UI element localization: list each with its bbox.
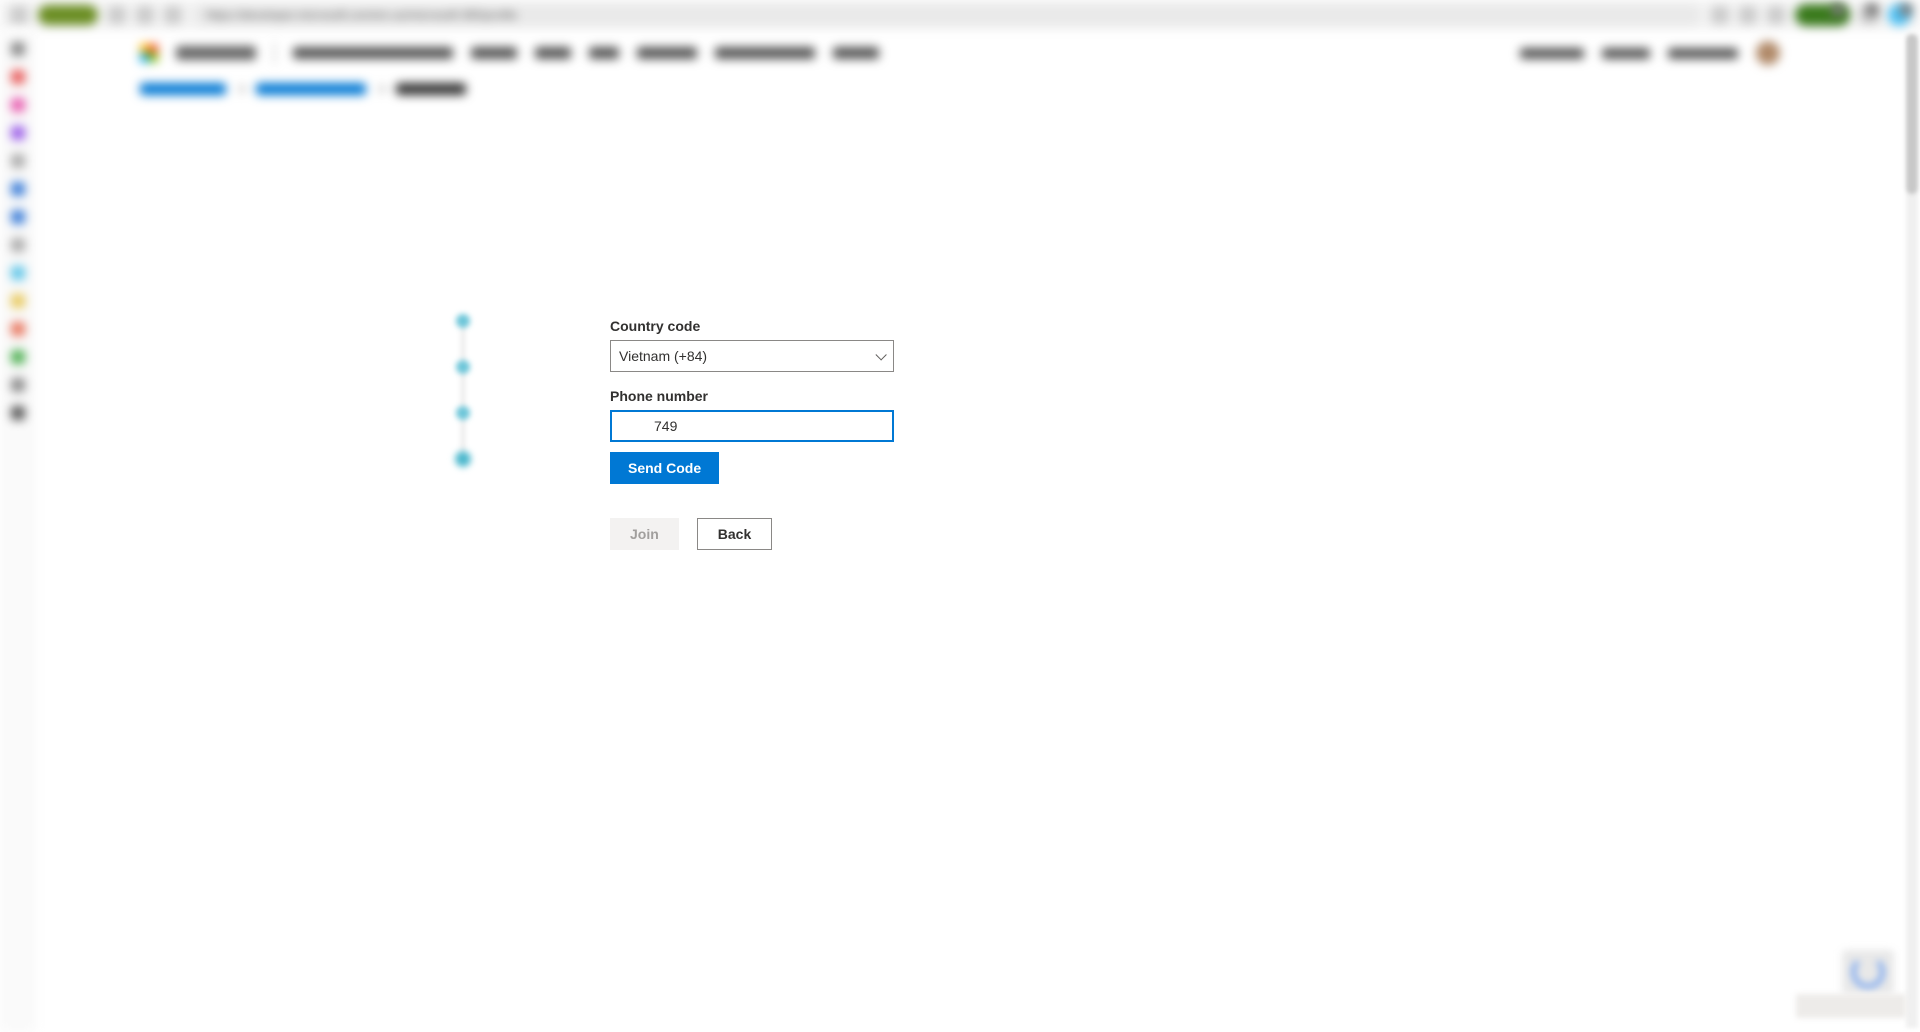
browser-sidebar (0, 30, 36, 1032)
minimize-icon[interactable] (1832, 4, 1844, 16)
step-connector (462, 420, 464, 452)
country-code-label: Country code (610, 318, 894, 334)
sidebar-item[interactable] (11, 70, 25, 84)
nav-community[interactable] (637, 47, 697, 59)
browser-chrome: https://developer.microsoft.com/en-us/mi… (0, 0, 1920, 30)
chevron-right-icon (237, 85, 245, 93)
sidebar-item[interactable] (11, 238, 25, 252)
nav-back-icon[interactable] (136, 6, 154, 24)
country-code-value: Vietnam (+84) (619, 348, 707, 364)
nav-learn[interactable] (535, 47, 571, 59)
back-button[interactable]: Back (697, 518, 772, 550)
sidebar-item[interactable] (11, 294, 25, 308)
chevron-right-icon (377, 85, 385, 93)
progress-stepper (456, 314, 470, 466)
sidebar-item[interactable] (11, 98, 25, 112)
chevron-down-icon (875, 349, 886, 360)
sidebar-item[interactable] (11, 210, 25, 224)
header-divider (274, 42, 275, 64)
step-connector (462, 328, 464, 360)
country-code-select[interactable]: Vietnam (+84) (610, 340, 894, 372)
send-code-button[interactable]: Send Code (610, 452, 719, 484)
extension-icon[interactable] (1711, 6, 1729, 24)
collections-icon[interactable] (1767, 6, 1785, 24)
step-dot (456, 360, 470, 374)
favorites-icon[interactable] (1739, 6, 1757, 24)
brand-text (176, 46, 256, 60)
address-bar[interactable]: https://developer.microsoft.com/en-us/mi… (192, 4, 1701, 26)
microsoft-logo-icon[interactable] (140, 44, 158, 62)
sidebar-add-icon[interactable] (11, 406, 25, 420)
page-scrollbar[interactable] (1906, 34, 1918, 1028)
sidebar-item[interactable] (11, 154, 25, 168)
close-icon[interactable] (1900, 4, 1912, 16)
phone-verification-form: Country code Vietnam (+84) Phone number … (610, 318, 894, 550)
new-tab-icon[interactable] (108, 6, 126, 24)
recaptcha-badge (1842, 950, 1894, 994)
sidebar-item[interactable] (11, 378, 25, 392)
phone-number-label: Phone number (610, 388, 894, 404)
nav-support[interactable] (833, 47, 879, 59)
sidebar-item[interactable] (11, 350, 25, 364)
sidebar-item[interactable] (11, 322, 25, 336)
breadcrumb-link[interactable] (256, 83, 366, 95)
scroll-thumb[interactable] (1906, 34, 1918, 194)
step-connector (462, 374, 464, 406)
back-to-top-button[interactable] (1796, 994, 1906, 1018)
join-button: Join (610, 518, 679, 550)
address-text: https://developer.microsoft.com/en-us/mi… (206, 8, 517, 22)
browser-tab[interactable] (38, 5, 98, 25)
step-dot-current (456, 452, 470, 466)
sidebar-item[interactable] (11, 266, 25, 280)
all-microsoft-link[interactable] (1520, 48, 1584, 59)
maximize-icon[interactable] (1866, 4, 1878, 16)
window-controls (1832, 4, 1912, 16)
breadcrumb-current (396, 83, 466, 95)
sidebar-item[interactable] (11, 182, 25, 196)
sidebar-item[interactable] (11, 126, 25, 140)
site-title[interactable] (293, 47, 453, 59)
browser-menu-icon (10, 6, 28, 24)
breadcrumb (140, 78, 1900, 100)
form-actions: Join Back (610, 518, 894, 550)
user-name[interactable] (1668, 48, 1738, 59)
sidebar-item[interactable] (11, 42, 25, 56)
header-user-area (1520, 40, 1780, 66)
step-dot (456, 406, 470, 420)
refresh-icon[interactable] (164, 6, 182, 24)
user-avatar[interactable] (1756, 41, 1780, 65)
phone-number-input[interactable] (618, 418, 886, 434)
nav-explore[interactable] (471, 47, 517, 59)
breadcrumb-link[interactable] (140, 83, 226, 95)
search-link[interactable] (1602, 48, 1650, 59)
step-dot (456, 314, 470, 328)
phone-number-field-wrapper (610, 410, 894, 442)
nav-docs[interactable] (589, 47, 619, 59)
nav-developer-program[interactable] (715, 47, 815, 59)
